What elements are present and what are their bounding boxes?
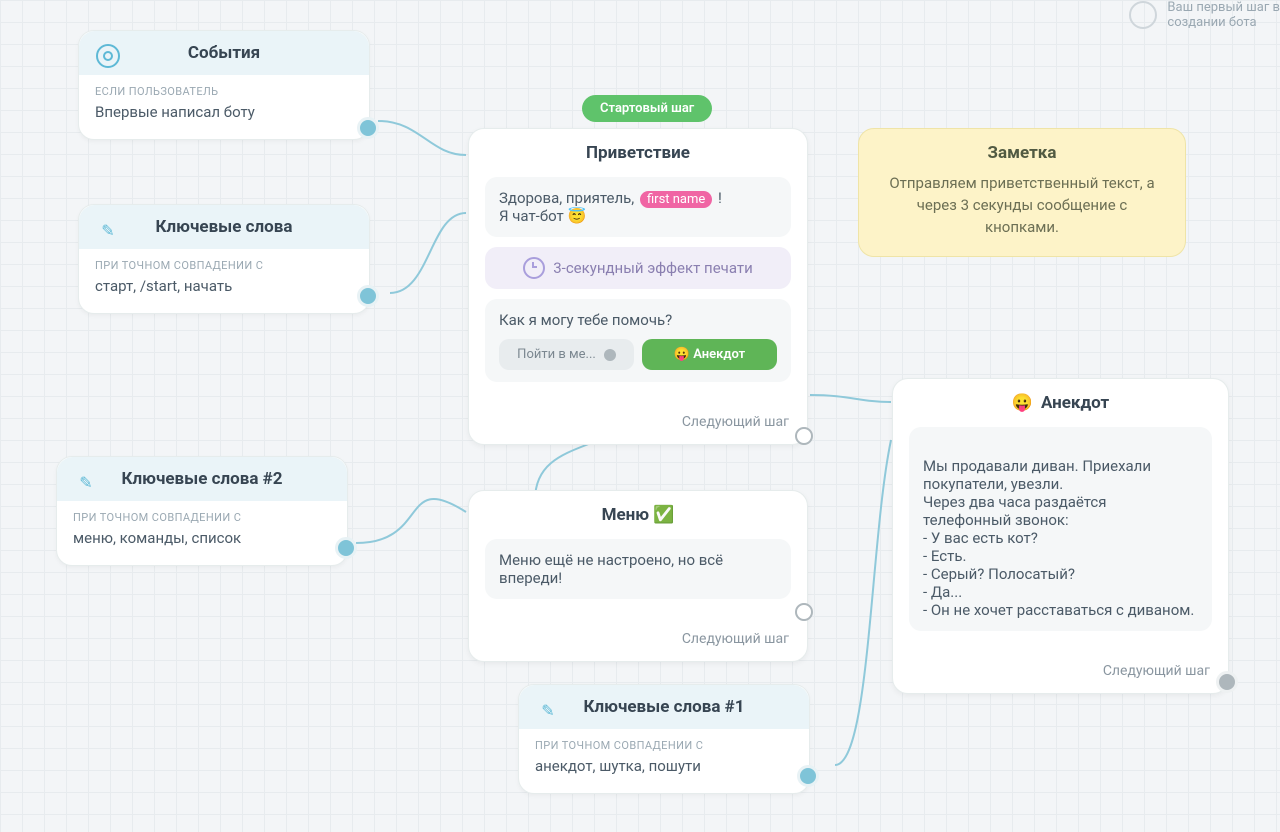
msg-text: ! — [718, 189, 722, 207]
chip-port[interactable] — [604, 349, 616, 361]
effect-label: 3-секундный эффект печати — [553, 259, 752, 277]
node-title: Ключевые слова #2 — [122, 469, 283, 489]
progress-circle-icon — [1129, 1, 1157, 29]
node-title: Приветствие — [586, 143, 690, 163]
start-step-badge: Стартовый шаг — [582, 95, 712, 122]
onboarding-hint: Ваш первый шаг в создании бота — [1129, 0, 1280, 30]
message-block[interactable]: Мы продавали диван. Приехали покупатели,… — [909, 427, 1212, 631]
condition-label: ПРИ ТОЧНОМ СОВПАДЕНИИ С — [95, 259, 353, 272]
node-greeting[interactable]: Приветствие Здорова, приятель, first nam… — [468, 128, 808, 445]
condition-value: меню, команды, список — [73, 528, 331, 549]
next-step-port[interactable] — [1216, 671, 1238, 693]
msg-text: Как я могу тебе помочь? — [499, 311, 672, 329]
condition-label: ПРИ ТОЧНОМ СОВПАДЕНИИ С — [535, 739, 793, 752]
node-title: Меню ✅ — [602, 505, 675, 525]
variable-pill: first name — [640, 191, 712, 208]
node-events-trigger[interactable]: События ЕСЛИ ПОЛЬЗОВАТЕЛЬ Впервые написа… — [78, 30, 370, 140]
message-block-2[interactable]: Как я могу тебе помочь? Пойти в ме... 😛 … — [485, 299, 791, 382]
node-keywords2-trigger[interactable]: ✎ Ключевые слова #2 ПРИ ТОЧНОМ СОВПАДЕНИ… — [56, 456, 348, 566]
start-step-label: Стартовый шаг — [600, 101, 694, 116]
chip-label: 😛 Анекдот — [674, 347, 745, 362]
node-title: События — [188, 43, 260, 63]
next-step-port[interactable] — [795, 603, 813, 621]
next-step-port[interactable] — [795, 427, 813, 445]
msg-text: Здорова, приятель, — [499, 189, 638, 207]
output-port[interactable] — [357, 117, 379, 139]
node-menu[interactable]: Меню ✅ Меню ещё не настроено, но всё впе… — [468, 490, 808, 662]
target-icon — [95, 43, 121, 69]
message-block[interactable]: Меню ещё не настроено, но всё впереди! — [485, 539, 791, 599]
pencil-icon: ✎ — [95, 217, 121, 243]
flow-canvas[interactable]: Ваш первый шаг в создании бота Стартовый… — [0, 0, 1280, 832]
note-body: Отправляем приветственный текст, а через… — [879, 173, 1165, 238]
output-port[interactable] — [357, 285, 379, 307]
pencil-icon: ✎ — [73, 469, 99, 495]
condition-label: ЕСЛИ ПОЛЬЗОВАТЕЛЬ — [95, 85, 353, 98]
next-step-label: Следующий шаг — [682, 631, 789, 647]
node-title: Ключевые слова — [156, 217, 293, 237]
pencil-icon: ✎ — [535, 697, 561, 723]
output-port[interactable] — [797, 765, 819, 787]
node-title: Ключевые слова #1 — [584, 697, 745, 717]
node-keywords-trigger[interactable]: ✎ Ключевые слова ПРИ ТОЧНОМ СОВПАДЕНИИ С… — [78, 204, 370, 314]
hint-line-1: Ваш первый шаг в — [1167, 0, 1280, 15]
next-step-label: Следующий шаг — [1103, 663, 1210, 679]
msg-text: Я чат-бот 😇 — [499, 207, 586, 225]
typing-effect-block[interactable]: 3-секундный эффект печати — [485, 247, 791, 289]
note-title: Заметка — [879, 143, 1165, 163]
reply-button-joke[interactable]: 😛 Анекдот — [642, 339, 777, 370]
msg-text: Меню ещё не настроено, но всё впереди! — [499, 551, 723, 587]
clock-icon — [523, 257, 545, 279]
condition-label: ПРИ ТОЧНОМ СОВПАДЕНИИ С — [73, 511, 331, 524]
next-step-label: Следующий шаг — [682, 414, 789, 430]
node-keywords1-trigger[interactable]: ✎ Ключевые слова #1 ПРИ ТОЧНОМ СОВПАДЕНИ… — [518, 684, 810, 794]
sticky-note[interactable]: Заметка Отправляем приветственный текст,… — [858, 128, 1186, 257]
message-block-1[interactable]: Здорова, приятель, first name ! Я чат-бо… — [485, 177, 791, 237]
node-title: Анекдот — [1041, 393, 1109, 413]
output-port[interactable] — [335, 537, 357, 559]
condition-value: старт, /start, начать — [95, 276, 353, 297]
emoji-icon: 😛 — [1012, 395, 1033, 412]
node-joke[interactable]: 😛 Анекдот Мы продавали диван. Приехали п… — [892, 378, 1229, 694]
chip-label: Пойти в ме... — [517, 347, 596, 362]
msg-text: Мы продавали диван. Приехали покупатели,… — [923, 457, 1194, 619]
condition-value: Впервые написал боту — [95, 102, 353, 123]
condition-value: анекдот, шутка, пошути — [535, 756, 793, 777]
reply-button-menu[interactable]: Пойти в ме... — [499, 339, 634, 370]
hint-line-2: создании бота — [1167, 15, 1256, 30]
